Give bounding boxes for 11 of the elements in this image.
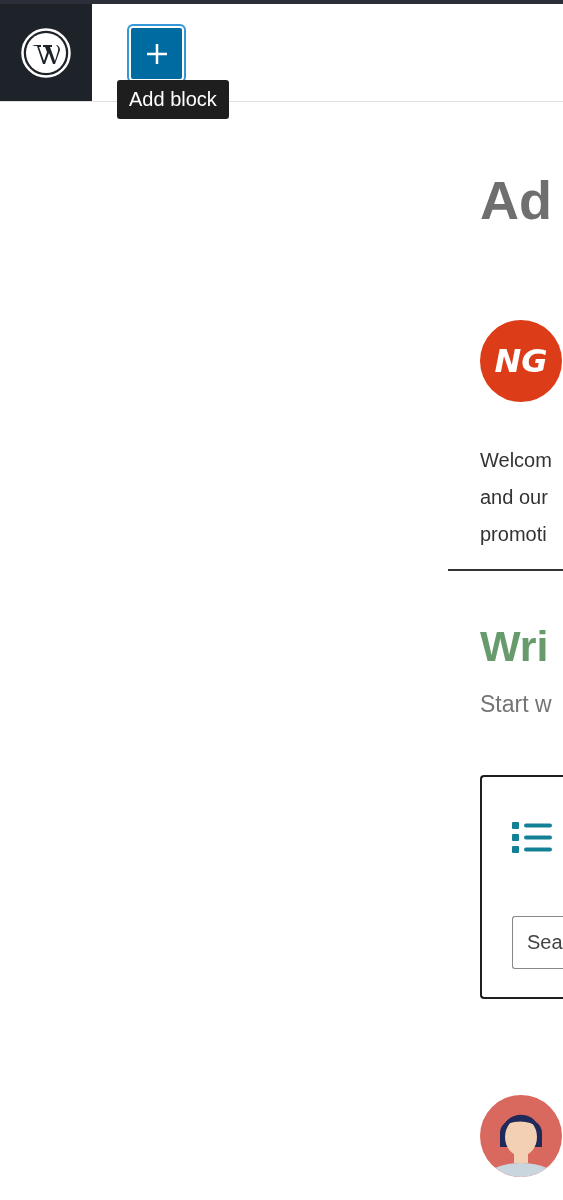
- site-logo: NG: [480, 320, 562, 402]
- welcome-paragraph: Welcom and our promoti: [480, 448, 553, 547]
- plus-icon: [145, 42, 168, 65]
- list-icon: [512, 822, 552, 854]
- tooltip: Add block: [117, 80, 229, 119]
- page-title: Ad: [480, 169, 553, 232]
- search-field[interactable]: Sea: [512, 916, 563, 969]
- section-heading: Wri: [480, 621, 550, 671]
- add-block-button[interactable]: [129, 26, 184, 81]
- wordpress-logo-icon[interactable]: [20, 26, 72, 79]
- section-text: Start w: [480, 691, 553, 718]
